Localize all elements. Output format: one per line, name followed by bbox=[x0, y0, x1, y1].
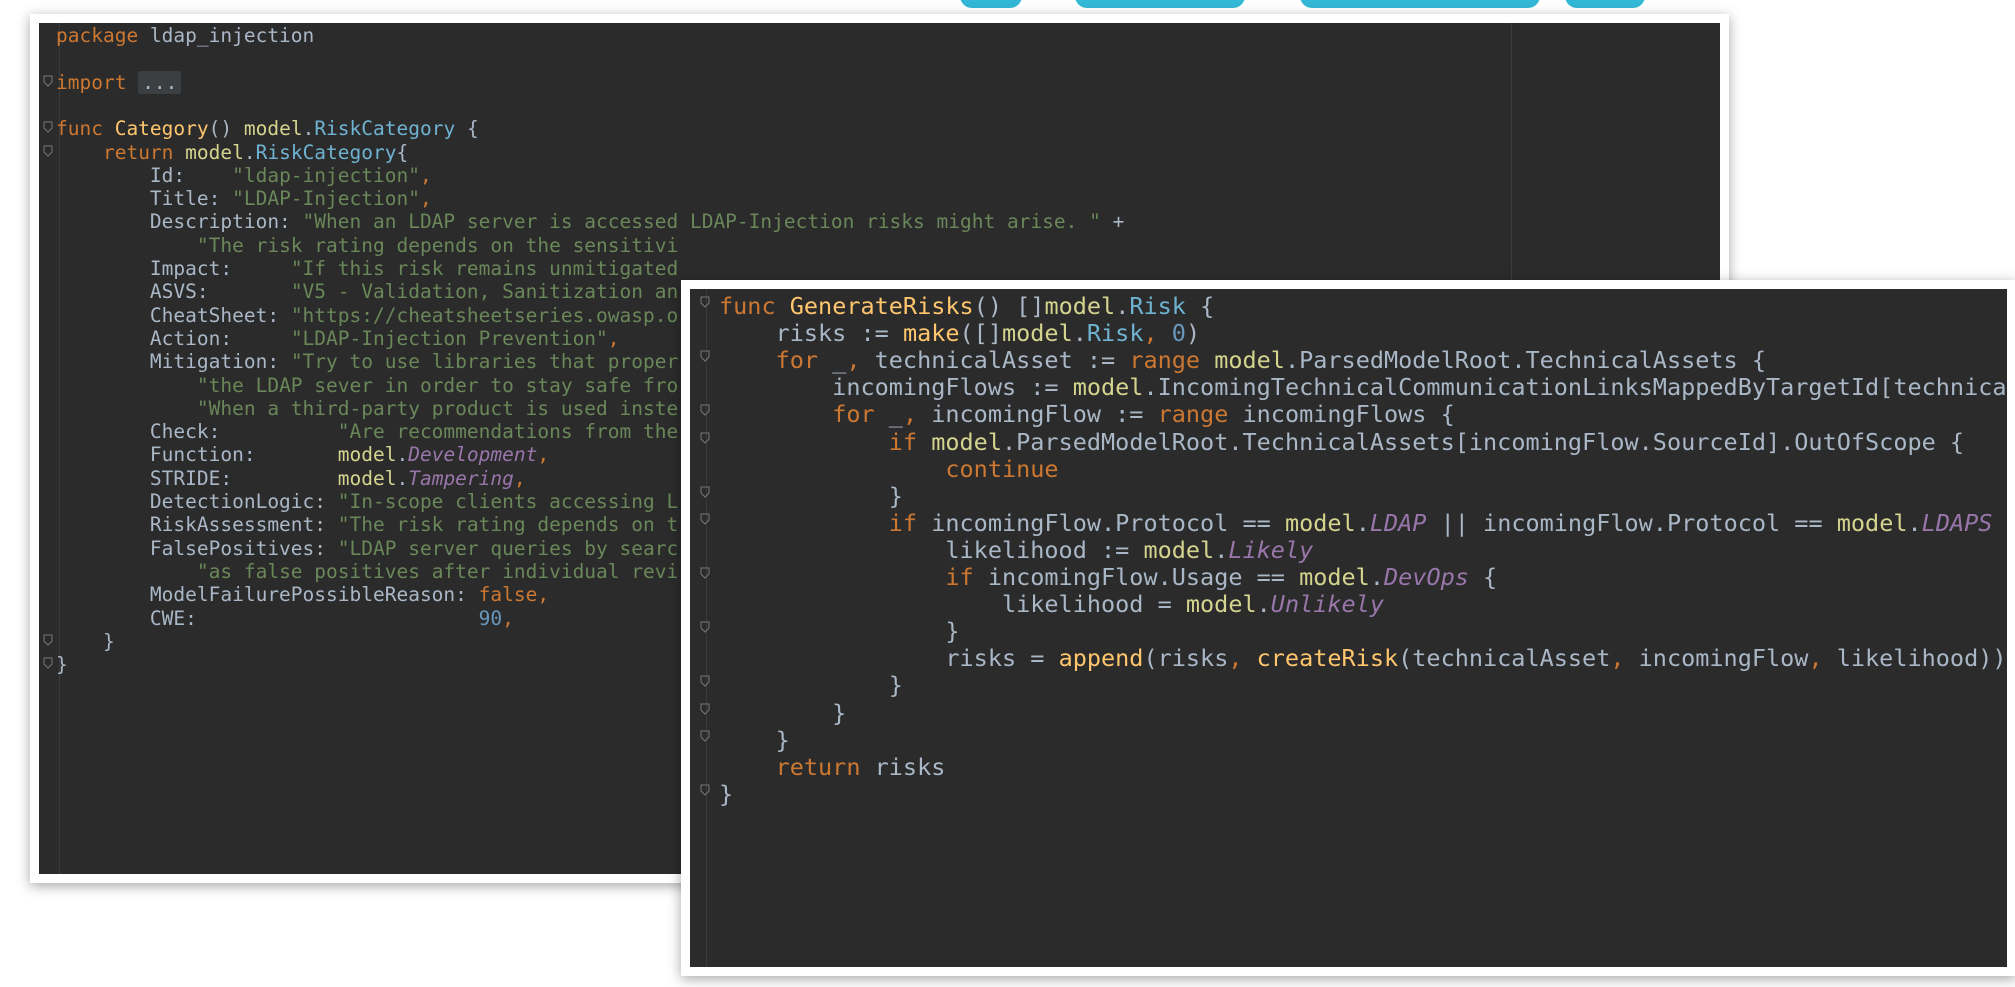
code-token: model bbox=[1185, 590, 1257, 619]
code-token: createRisk bbox=[1256, 644, 1399, 673]
fold-marker-icon[interactable] bbox=[700, 404, 710, 417]
code-token: model bbox=[1836, 508, 1908, 537]
code-token: { bbox=[1992, 509, 2008, 537]
fold-marker-icon[interactable] bbox=[43, 145, 53, 157]
code-token: (risks bbox=[1143, 644, 1229, 673]
banner-fragment bbox=[1075, 0, 1245, 8]
code-token: { bbox=[455, 117, 479, 141]
code-token: (technicalAsset bbox=[1398, 644, 1611, 673]
code-token: . bbox=[1355, 508, 1370, 537]
code-token: import bbox=[56, 70, 139, 94]
fold-marker-icon[interactable] bbox=[43, 121, 53, 133]
code-token: || incomingFlow.Protocol == bbox=[1426, 508, 1837, 537]
code-line: package ldap_injection bbox=[56, 23, 314, 51]
fold-marker-icon[interactable] bbox=[43, 75, 53, 87]
code-token: 90 bbox=[478, 606, 503, 630]
code-token: , bbox=[1610, 644, 1639, 673]
code-token: LDAPS bbox=[1921, 508, 1993, 537]
code-token: , bbox=[1808, 644, 1837, 673]
fold-marker-icon[interactable] bbox=[43, 657, 53, 669]
code-token: Unlikely bbox=[1270, 590, 1384, 619]
code-token: . bbox=[1256, 590, 1271, 619]
fold-marker-icon[interactable] bbox=[700, 486, 710, 498]
code-token: return bbox=[775, 752, 875, 781]
code-token: , bbox=[537, 443, 550, 467]
code-token: + bbox=[1100, 210, 1125, 234]
code-token: { bbox=[1468, 563, 1498, 591]
code-editor-front: func GenerateRisks() []model.Risk { risk… bbox=[690, 289, 2007, 967]
banner-fragment bbox=[960, 0, 1022, 8]
code-line: CWE: 90, bbox=[56, 604, 514, 634]
code-line: import ... bbox=[56, 68, 182, 98]
code-token: incomingFlow bbox=[1638, 644, 1809, 673]
code-line: risks = append(risks, createRisk(technic… bbox=[719, 641, 2007, 676]
code-token: likelihood)) bbox=[1836, 644, 2007, 673]
code-line: } bbox=[56, 650, 68, 680]
fold-marker-icon[interactable] bbox=[700, 350, 710, 362]
fold-marker-icon[interactable] bbox=[700, 675, 710, 688]
fold-marker-icon[interactable] bbox=[700, 567, 710, 579]
code-token: ... bbox=[138, 70, 182, 94]
code-token: , bbox=[502, 606, 514, 630]
fold-marker-icon[interactable] bbox=[700, 730, 710, 742]
fold-marker-icon[interactable] bbox=[43, 634, 53, 646]
fold-marker-icon[interactable] bbox=[700, 432, 710, 444]
code-line: } bbox=[719, 777, 733, 812]
code-token: DevOps bbox=[1384, 563, 1469, 591]
fold-marker-icon[interactable] bbox=[700, 621, 710, 633]
code-token: ldap_injection bbox=[149, 24, 315, 47]
generate-risks-code-screenshot: func GenerateRisks() []model.Risk { risk… bbox=[681, 280, 2015, 976]
code-line: return risks bbox=[719, 750, 946, 785]
code-token: LDAP bbox=[1369, 508, 1427, 537]
code-token: continue bbox=[945, 454, 1059, 483]
code-token: .ParsedModelRoot.TechnicalAssets[incomin… bbox=[1001, 427, 1965, 456]
fold-marker-icon[interactable] bbox=[700, 703, 710, 715]
code-token: CWE: bbox=[56, 606, 479, 630]
code-token: append bbox=[1058, 644, 1144, 673]
fold-marker-icon[interactable] bbox=[700, 296, 710, 308]
fold-marker-icon[interactable] bbox=[700, 513, 710, 525]
banner-fragment bbox=[1300, 0, 1540, 8]
code-token: , bbox=[1228, 644, 1257, 673]
code-token: . bbox=[1907, 508, 1922, 537]
code-token: } bbox=[719, 779, 734, 808]
fold-marker-icon[interactable] bbox=[700, 784, 710, 796]
code-token: } bbox=[56, 653, 68, 677]
banner-fragment bbox=[1565, 0, 1645, 8]
code-token: risks bbox=[874, 752, 946, 781]
code-token: package bbox=[56, 24, 150, 47]
